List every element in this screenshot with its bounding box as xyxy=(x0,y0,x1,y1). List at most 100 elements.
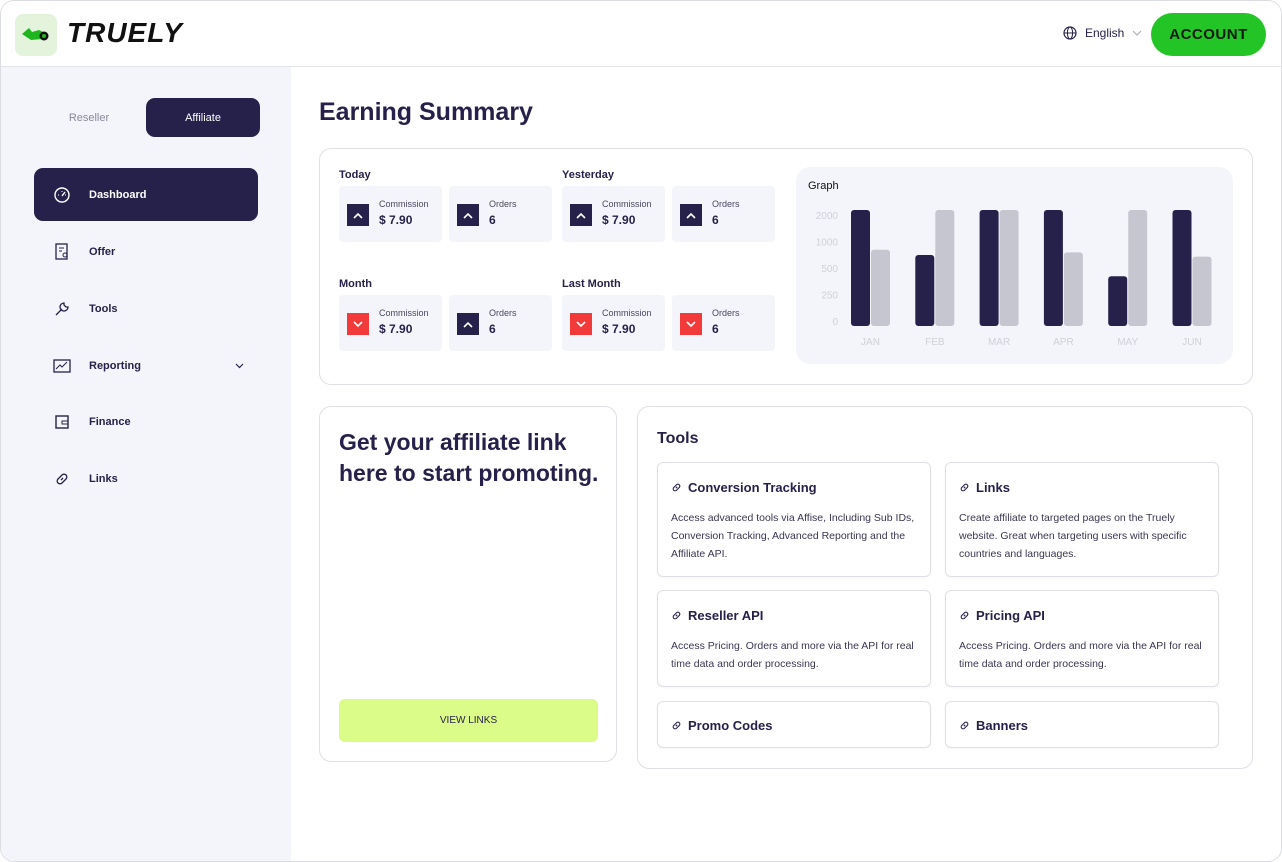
tool-title: Pricing API xyxy=(976,608,1045,623)
orders-tile: Orders 6 xyxy=(672,295,775,351)
bar-may-series-1 xyxy=(1108,276,1128,326)
y-tick-label: 250 xyxy=(821,291,838,302)
arrow-up-icon xyxy=(680,204,702,226)
bar-mar-series-2 xyxy=(999,210,1019,326)
orders-tile: Orders 6 xyxy=(449,295,552,351)
period-label: Today xyxy=(339,169,371,181)
orders-label: Orders xyxy=(712,308,740,318)
link-icon xyxy=(960,721,969,730)
tool-description: Access advanced tools via Affise, Includ… xyxy=(671,512,915,560)
orders-label: Orders xyxy=(489,308,517,318)
tool-card[interactable]: Conversion Tracking Access advanced tool… xyxy=(657,462,931,577)
app-window: TRUELY English ACCOUNT Reseller Affiliat… xyxy=(0,0,1282,862)
language-selector[interactable]: English xyxy=(1063,26,1142,40)
x-tick-label: MAR xyxy=(988,337,1010,348)
bar-feb-series-1 xyxy=(915,255,935,326)
logo-icon[interactable] xyxy=(15,14,57,56)
link-icon xyxy=(672,483,681,492)
link-icon xyxy=(672,721,681,730)
bar-jun-series-2 xyxy=(1192,256,1212,326)
commission-tile: Commission $ 7.90 xyxy=(562,186,665,242)
globe-icon xyxy=(1063,26,1077,40)
orders-label: Orders xyxy=(712,199,740,209)
sidebar-item-dashboard[interactable]: Dashboard xyxy=(34,168,258,221)
sidebar-item-tools[interactable]: Tools xyxy=(34,282,258,335)
segment-affiliate[interactable]: Affiliate xyxy=(146,98,260,137)
sidebar-item-label: Finance xyxy=(89,415,131,428)
tool-card[interactable]: Promo Codes xyxy=(657,701,931,748)
tool-card[interactable]: Reseller API Access Pricing. Orders and … xyxy=(657,590,931,687)
tool-card[interactable]: Pricing API Access Pricing. Orders and m… xyxy=(945,590,1219,687)
tool-card[interactable]: Banners xyxy=(945,701,1219,748)
arrow-up-icon xyxy=(570,204,592,226)
dashboard-gauge-icon xyxy=(34,186,89,204)
sidebar-item-links[interactable]: Links xyxy=(34,452,258,505)
tool-title: Conversion Tracking xyxy=(688,480,817,495)
bar-jan-series-2 xyxy=(871,249,890,326)
chart-line-icon xyxy=(34,358,89,374)
sidebar-item-label: Reporting xyxy=(89,359,141,372)
chevron-down-icon[interactable] xyxy=(235,363,244,369)
sidebar-item-label: Offer xyxy=(89,245,116,258)
view-links-button[interactable]: VIEW LINKS xyxy=(339,699,598,742)
segment-reseller[interactable]: Reseller xyxy=(32,98,146,137)
commission-tile: Commission $ 7.90 xyxy=(562,295,665,351)
link-icon xyxy=(960,483,969,492)
wrench-icon xyxy=(34,301,89,317)
orders-value: 6 xyxy=(489,213,496,227)
orders-tile: Orders 6 xyxy=(672,186,775,242)
tool-card[interactable]: Links Create affiliate to targeted pages… xyxy=(945,462,1219,577)
bar-may-series-2 xyxy=(1128,210,1148,326)
commission-value: $ 7.90 xyxy=(379,213,413,227)
bar-jun-series-1 xyxy=(1172,210,1192,326)
affiliate-heading: Get your affiliate link here to start pr… xyxy=(339,429,599,486)
arrow-up-icon xyxy=(457,204,479,226)
tool-title: Reseller API xyxy=(688,608,764,623)
commission-tile: Commission $ 7.90 xyxy=(339,186,442,242)
x-tick-label: APR xyxy=(1053,337,1074,348)
x-tick-label: JUN xyxy=(1182,337,1201,348)
y-tick-label: 1000 xyxy=(816,238,839,249)
x-tick-label: JAN xyxy=(861,337,880,348)
tools-title: Tools xyxy=(657,430,699,447)
offer-document-icon xyxy=(34,242,89,261)
tool-description: Create affiliate to targeted pages on th… xyxy=(959,512,1187,560)
orders-value: 6 xyxy=(712,322,719,336)
sidebar-item-finance[interactable]: Finance xyxy=(34,395,258,448)
wallet-icon xyxy=(34,414,89,430)
commission-label: Commission xyxy=(602,199,652,209)
tool-title: Banners xyxy=(976,718,1029,733)
arrow-down-icon xyxy=(680,313,702,335)
period-label: Month xyxy=(339,278,372,290)
bar-chart: 0 250 500 1000 2000 JAN FEB MAR APR MAY JUN xyxy=(816,210,1212,348)
y-tick-label: 0 xyxy=(832,317,838,328)
link-icon xyxy=(34,471,89,487)
commission-value: $ 7.90 xyxy=(602,213,636,227)
bar-jan-series-1 xyxy=(851,210,870,326)
bar-apr-series-1 xyxy=(1043,210,1063,326)
sidebar-item-label: Links xyxy=(89,472,118,485)
bar-feb-series-2 xyxy=(935,210,955,326)
arrow-down-icon xyxy=(347,313,369,335)
logo-text: TRUELY xyxy=(67,17,183,48)
sidebar-item-label: Tools xyxy=(89,302,118,315)
link-icon xyxy=(672,611,681,620)
commission-tile: Commission $ 7.90 xyxy=(339,295,442,351)
sidebar-item-reporting[interactable]: Reporting xyxy=(34,339,258,392)
sidebar-item-offer[interactable]: Offer xyxy=(34,225,258,278)
y-tick-label: 2000 xyxy=(816,211,839,222)
bar-apr-series-2 xyxy=(1063,252,1083,326)
sidebar: Reseller Affiliate Dashboard Offer Tools… xyxy=(1,67,291,861)
link-icon xyxy=(960,611,969,620)
sidebar-item-label: Dashboard xyxy=(89,188,147,201)
arrow-up-icon xyxy=(347,204,369,226)
orders-tile: Orders 6 xyxy=(449,186,552,242)
account-button[interactable]: ACCOUNT xyxy=(1151,13,1266,56)
tool-description: Access Pricing. Orders and more via the … xyxy=(959,640,1202,670)
arrow-down-icon xyxy=(570,313,592,335)
orders-value: 6 xyxy=(489,322,496,336)
top-header: TRUELY English ACCOUNT xyxy=(1,1,1281,67)
affiliate-link-card: Get your affiliate link here to start pr… xyxy=(319,406,617,762)
period-label: Yesterday xyxy=(562,169,614,181)
commission-value: $ 7.90 xyxy=(379,322,413,336)
